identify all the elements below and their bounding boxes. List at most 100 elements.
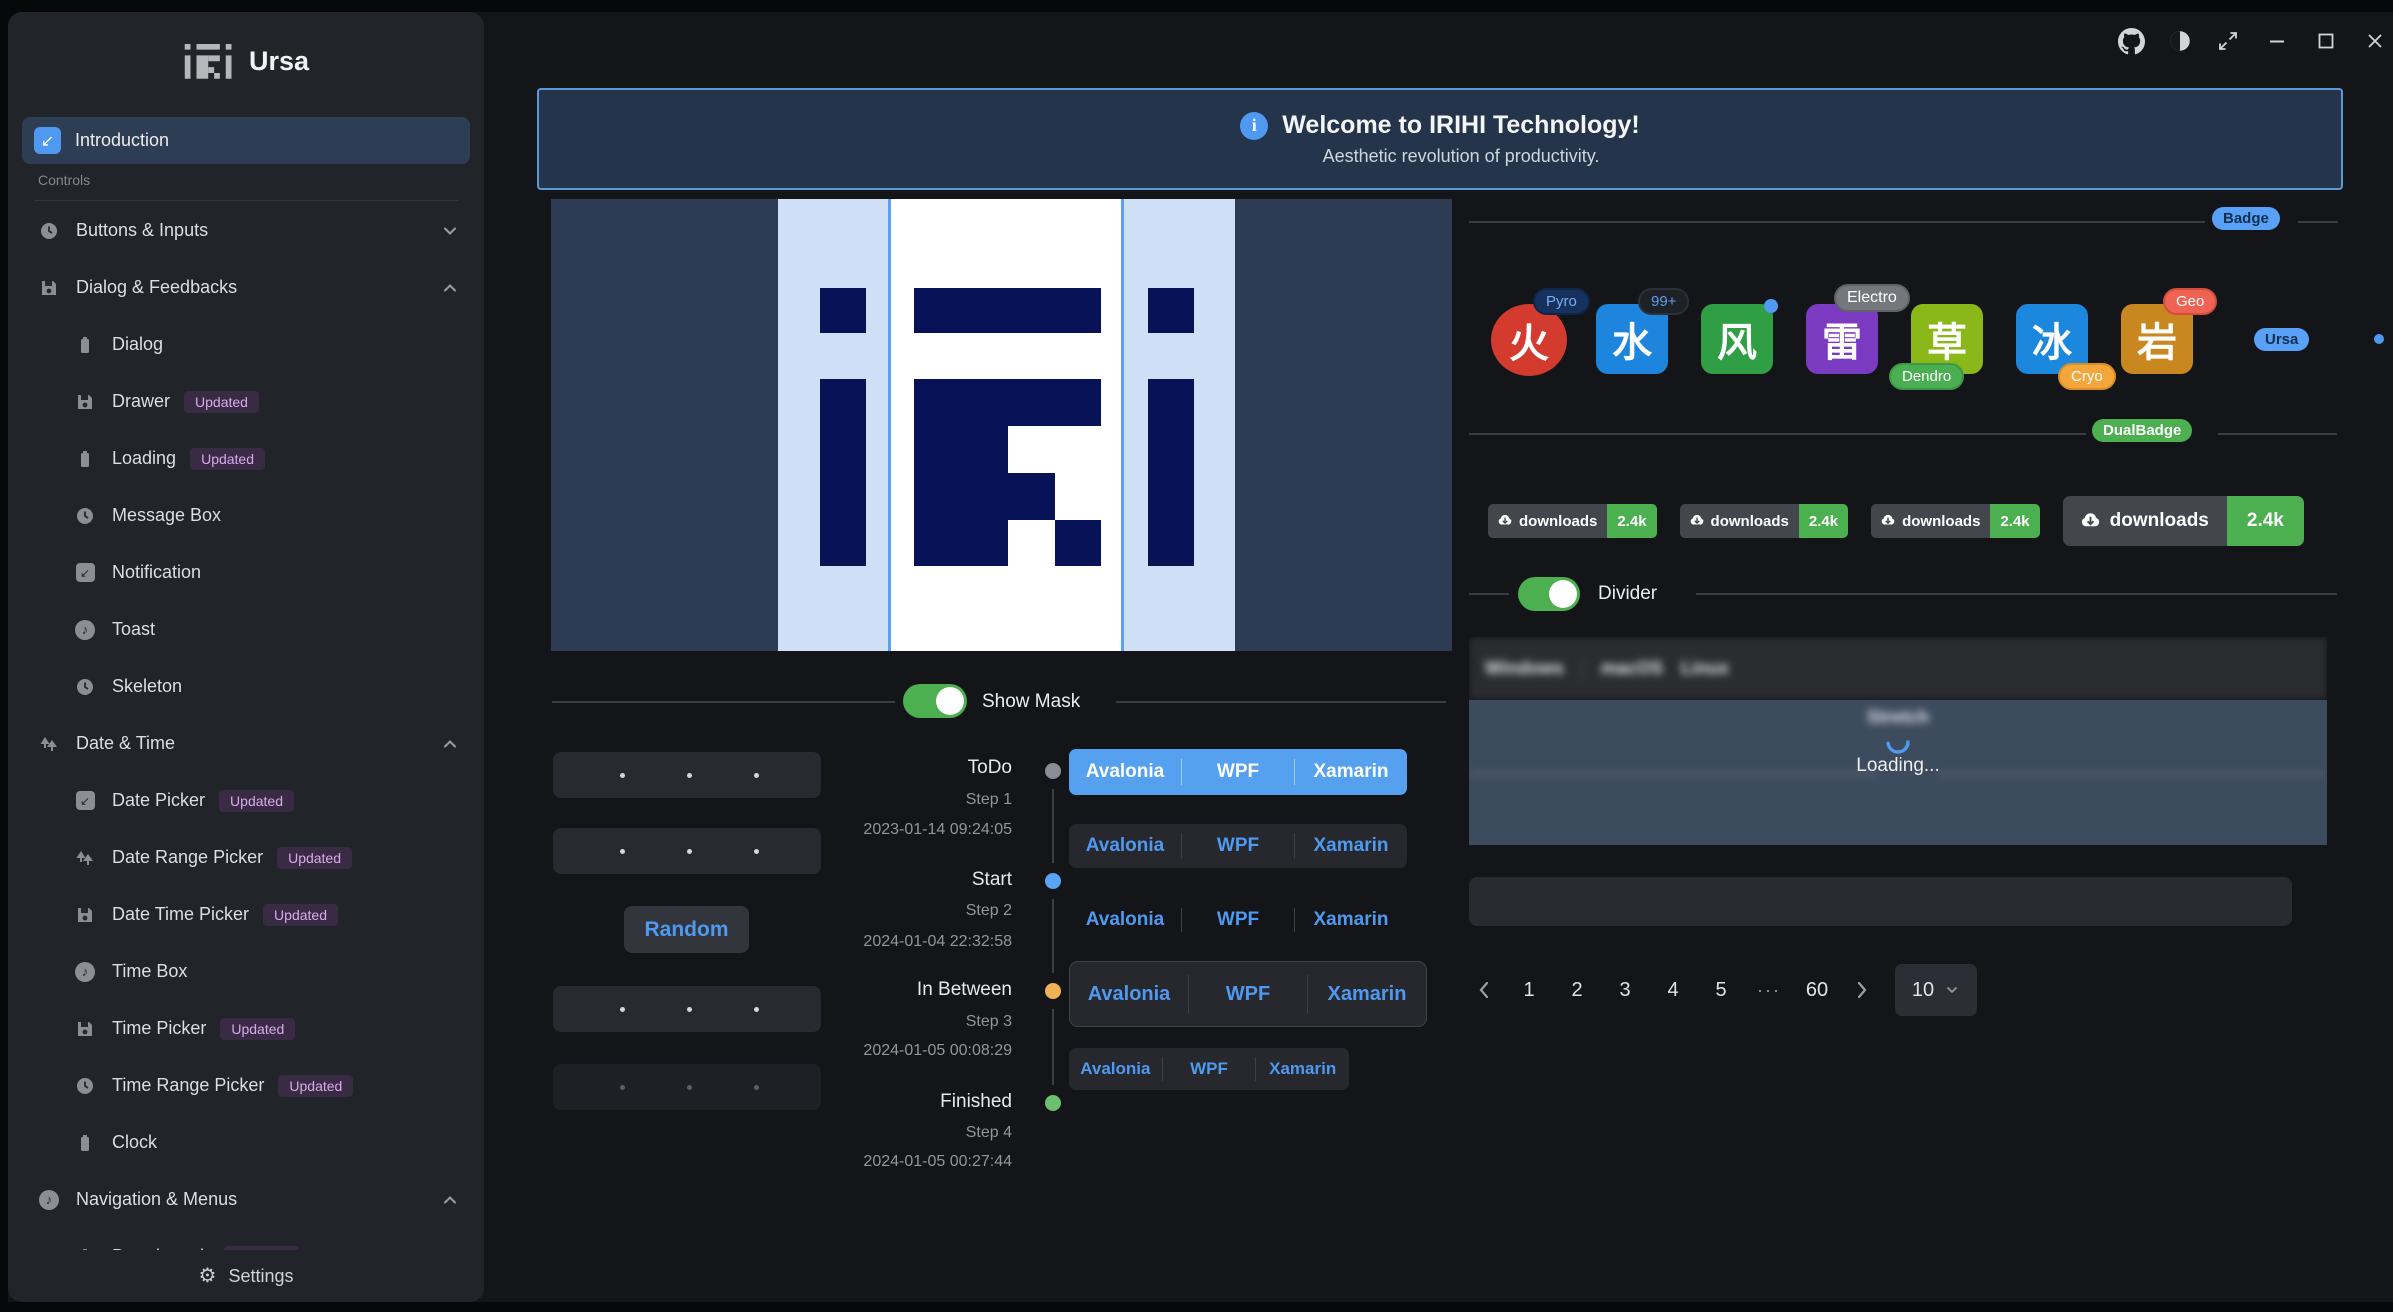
step-connector [1052, 899, 1054, 973]
sidebar-item-introduction[interactable]: ↙ Introduction [22, 117, 470, 164]
previous-page-button[interactable] [1469, 968, 1499, 1012]
tab-macos[interactable]: macOS [1601, 658, 1663, 679]
badge-section-pill: Badge [2212, 207, 2280, 230]
sidebar-item-drawer[interactable]: Drawer Updated [8, 373, 484, 430]
next-page-button[interactable] [1847, 968, 1877, 1012]
xamarin-button[interactable]: Xamarin [1308, 983, 1426, 1006]
sidebar-item-date-picker[interactable]: ↙ Date Picker Updated [8, 772, 484, 829]
element-cryo: 冰 Cryo [2016, 304, 2088, 374]
tab-linux[interactable]: Linux [1681, 658, 1729, 679]
page-60-button[interactable]: 60 [1799, 968, 1835, 1012]
date-picker-input[interactable] [553, 986, 821, 1032]
divider-toggle[interactable] [1518, 577, 1580, 611]
step-name: In Between [828, 979, 1012, 1001]
sidebar-item-dialog-feedbacks[interactable]: Dialog & Feedbacks [8, 259, 484, 316]
wpf-button[interactable]: WPF [1182, 835, 1294, 857]
wpf-button[interactable]: WPF [1189, 983, 1307, 1006]
sidebar: Ursa ↙ Introduction Controls Buttons & I… [8, 12, 484, 1302]
github-button[interactable] [2116, 26, 2146, 56]
minimize-button[interactable] [2262, 26, 2292, 56]
page-4-button[interactable]: 4 [1655, 968, 1691, 1012]
arrow-square-icon: ↙ [74, 563, 96, 582]
step-connector [1052, 789, 1054, 863]
page-size-select[interactable]: 10 [1895, 964, 1977, 1016]
fullscreen-button[interactable] [2213, 26, 2243, 56]
loading-spinner [1469, 729, 2327, 755]
sidebar-item-clock[interactable]: Clock [8, 1114, 484, 1171]
download-icon [1498, 514, 1512, 528]
avalonia-button[interactable]: Avalonia [1069, 761, 1181, 783]
button-group-borderless: Avalonia WPF Xamarin [1069, 899, 1407, 941]
avalonia-button[interactable]: Avalonia [1070, 983, 1188, 1006]
downloads-badge: downloads 2.4k [1680, 504, 1849, 538]
sidebar-item-time-picker[interactable]: Time Picker Updated [8, 1000, 484, 1057]
sidebar-item-toast[interactable]: ♪ Toast [8, 601, 484, 658]
xamarin-button[interactable]: Xamarin [1295, 761, 1407, 783]
downloads-badge: downloads 2.4k [1871, 504, 2040, 538]
sidebar-item-navigation-menus[interactable]: ♪ Navigation & Menus [8, 1171, 484, 1228]
element-dendro: 草 Dendro [1911, 304, 1983, 374]
theme-toggle-button[interactable] [2165, 26, 2195, 56]
music-note-icon: ♪ [74, 620, 96, 640]
maximize-button[interactable] [2311, 26, 2341, 56]
step-dot-finished [1045, 1095, 1061, 1111]
settings-button[interactable]: ⚙ Settings [8, 1250, 484, 1302]
sidebar-item-time-range-picker[interactable]: Time Range Picker Updated [8, 1057, 484, 1114]
xamarin-button[interactable]: Xamarin [1295, 835, 1407, 857]
battery-icon [74, 335, 96, 355]
step-dot-in-between [1045, 983, 1061, 999]
element-geo: 岩 Geo [2121, 304, 2193, 374]
page-1-button[interactable]: 1 [1511, 968, 1547, 1012]
chevron-down-icon [1944, 982, 1960, 998]
close-button[interactable] [2360, 26, 2390, 56]
sidebar-item-date-range-picker[interactable]: Date Range Picker Updated [8, 829, 484, 886]
irihi-logo-image [551, 199, 1452, 651]
page-5-button[interactable]: 5 [1703, 968, 1739, 1012]
avalonia-button[interactable]: Avalonia [1069, 909, 1181, 931]
wpf-button[interactable]: WPF [1182, 761, 1294, 783]
date-picker-input[interactable] [553, 828, 821, 874]
clock-icon [74, 506, 96, 526]
wpf-button[interactable]: WPF [1182, 909, 1294, 931]
sidebar-item-dialog[interactable]: Dialog [8, 316, 484, 373]
avalonia-button[interactable]: Avalonia [1069, 1059, 1162, 1079]
xamarin-button[interactable]: Xamarin [1295, 909, 1407, 931]
page-ellipsis: ··· [1751, 980, 1787, 1001]
step-time: 2024-01-05 00:08:29 [828, 1042, 1012, 1060]
divider [1469, 593, 1509, 595]
battery-icon [74, 1133, 96, 1153]
tab-strip: Windows macOS Linux [1469, 637, 2327, 700]
theme-toggle-icon [2167, 28, 2193, 54]
step-dot-todo [1045, 763, 1061, 779]
sidebar-item-loading[interactable]: Loading Updated [8, 430, 484, 487]
step-name: Finished [828, 1091, 1012, 1113]
sidebar-item-message-box[interactable]: Message Box [8, 487, 484, 544]
random-button[interactable]: Random [624, 906, 749, 953]
clock-icon [74, 1076, 96, 1096]
sidebar-item-time-box[interactable]: ♪ Time Box [8, 943, 484, 1000]
page-size-value: 10 [1912, 979, 1934, 1002]
show-mask-toggle[interactable] [903, 684, 967, 718]
electro-badge: Electro [1834, 284, 1910, 312]
sidebar-item-skeleton[interactable]: Skeleton [8, 658, 484, 715]
step-label: Step 2 [828, 902, 1012, 920]
chevron-left-icon [1476, 980, 1492, 1000]
divider [1469, 433, 2086, 435]
sidebar-item-buttons-inputs[interactable]: Buttons & Inputs [8, 202, 484, 259]
empty-input-bar[interactable] [1469, 877, 2292, 926]
date-picker-input[interactable] [553, 752, 821, 798]
avalonia-button[interactable]: Avalonia [1069, 835, 1181, 857]
divider [552, 701, 895, 703]
wpf-button[interactable]: WPF [1163, 1059, 1256, 1079]
tab-windows[interactable]: Windows [1485, 658, 1564, 679]
sidebar-item-date-time-picker[interactable]: Date Time Picker Updated [8, 886, 484, 943]
button-group-small: Avalonia WPF Xamarin [1069, 1048, 1349, 1090]
sidebar-item-date-time[interactable]: Date & Time [8, 715, 484, 772]
xamarin-button[interactable]: Xamarin [1256, 1059, 1349, 1079]
count-badge: 99+ [1638, 288, 1689, 315]
updated-badge: Updated [219, 790, 294, 812]
element-electro: 雷 Electro [1806, 304, 1878, 374]
sidebar-item-notification[interactable]: ↙ Notification [8, 544, 484, 601]
page-3-button[interactable]: 3 [1607, 968, 1643, 1012]
page-2-button[interactable]: 2 [1559, 968, 1595, 1012]
